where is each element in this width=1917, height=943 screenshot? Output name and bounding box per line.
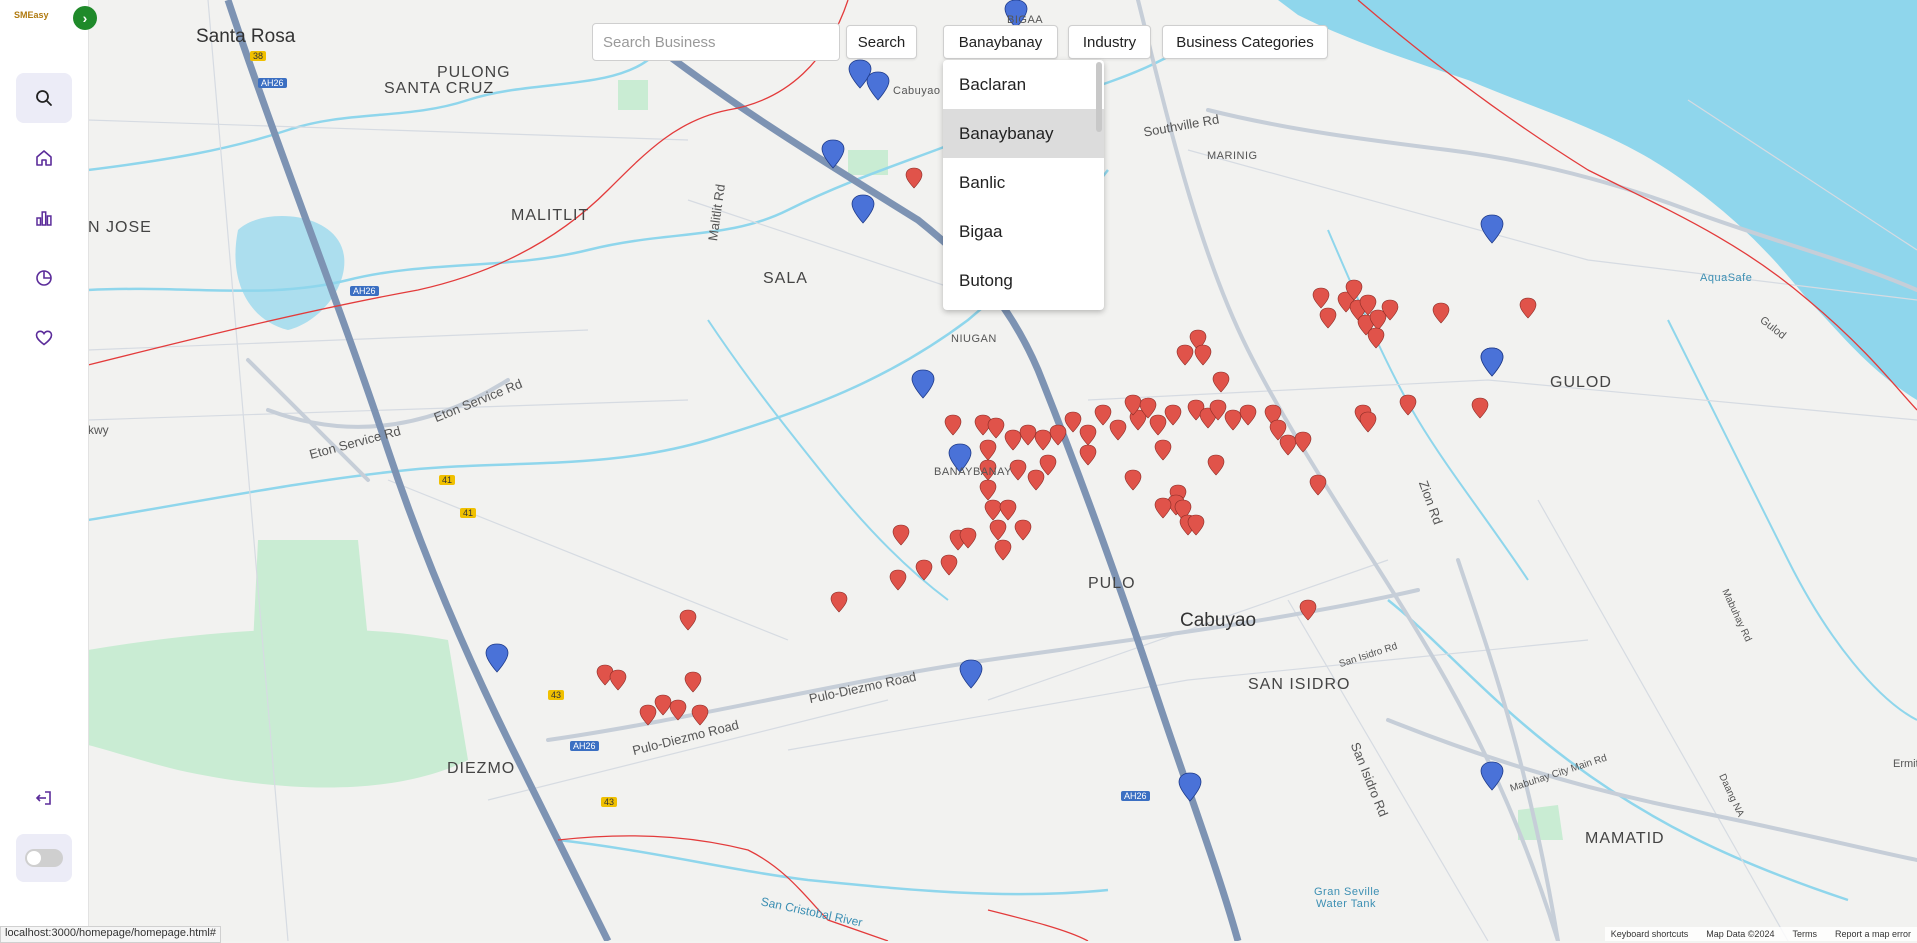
dropdown-option[interactable]: Butong xyxy=(943,256,1104,305)
sidebar-item-analytics[interactable] xyxy=(16,193,72,243)
place-label: Water Tank xyxy=(1316,898,1377,910)
status-bar-url: localhost:3000/homepage/homepage.html# xyxy=(0,926,221,943)
place-label: PULO xyxy=(1088,575,1136,592)
place-label: SAN ISIDRO xyxy=(1248,676,1351,693)
report-error-link[interactable]: Report a map error xyxy=(1835,929,1911,939)
business-categories-select[interactable]: Business Categories xyxy=(1162,25,1328,59)
place-label: Gran Seville xyxy=(1314,886,1380,898)
route-shield: 38 xyxy=(250,51,267,61)
highway-shield: AH26 xyxy=(258,78,287,88)
theme-toggle[interactable] xyxy=(16,834,72,882)
toggle-icon xyxy=(25,849,63,867)
place-label: Cabuyao xyxy=(893,85,941,97)
sidebar-item-favorites[interactable] xyxy=(16,313,72,363)
highway-shield: AH26 xyxy=(1121,791,1150,801)
logout-icon xyxy=(35,791,51,805)
sidebar-expand-button[interactable]: › xyxy=(73,6,97,30)
route-shield: 41 xyxy=(460,508,477,518)
place-label: NIUGAN xyxy=(951,333,997,345)
place-label: MAMATID xyxy=(1585,830,1665,847)
road-label: Ermit xyxy=(1893,758,1917,770)
route-shield: 43 xyxy=(548,690,565,700)
highway-shield: AH26 xyxy=(570,741,599,751)
dropdown-option[interactable]: Baclaran xyxy=(943,60,1104,109)
barangay-dropdown-list[interactable]: Baclaran Banaybanay Banlic Bigaa Butong xyxy=(943,60,1104,310)
sidebar-item-reports[interactable] xyxy=(16,253,72,303)
place-label: BANAYBANAY xyxy=(934,466,1012,478)
search-input[interactable] xyxy=(592,23,840,61)
dropdown-option[interactable]: Banlic xyxy=(943,158,1104,207)
dropdown-option[interactable]: Bigaa xyxy=(943,207,1104,256)
place-label: MALITLIT xyxy=(511,207,590,224)
place-label: GULOD xyxy=(1550,374,1612,391)
place-label: Santa Rosa xyxy=(196,26,296,47)
keyboard-shortcuts-link[interactable]: Keyboard shortcuts xyxy=(1611,929,1689,939)
barangay-select[interactable]: Banaybanay xyxy=(943,25,1058,59)
industry-select[interactable]: Industry xyxy=(1068,25,1151,59)
place-label: SANTA CRUZ xyxy=(384,80,495,97)
terms-link[interactable]: Terms xyxy=(1792,929,1817,939)
sidebar-item-search[interactable] xyxy=(16,73,72,123)
search-icon xyxy=(36,90,52,106)
heart-icon xyxy=(35,330,53,346)
place-label: SALA xyxy=(763,270,808,287)
place-label: N JOSE xyxy=(88,219,152,236)
home-icon xyxy=(36,150,52,166)
road-label: kwy xyxy=(88,423,109,437)
map-data-text: Map Data ©2024 xyxy=(1706,929,1775,939)
route-shield: 43 xyxy=(601,797,618,807)
search-button[interactable]: Search xyxy=(846,25,917,59)
highway-shield: AH26 xyxy=(350,286,379,296)
app-logo[interactable]: SMEasy xyxy=(14,10,49,20)
sidebar: SMEasy xyxy=(0,0,88,941)
place-label: DIEZMO xyxy=(447,760,516,777)
place-label: AquaSafe xyxy=(1700,272,1753,284)
dropdown-scrollbar[interactable] xyxy=(1096,62,1102,132)
dropdown-option[interactable]: Banaybanay xyxy=(943,109,1104,158)
logout-button[interactable] xyxy=(16,773,72,823)
bar-chart-icon xyxy=(36,211,52,226)
map-attribution: Keyboard shortcuts Map Data ©2024 Terms … xyxy=(1604,927,1917,941)
place-label: Cabuyao xyxy=(1180,610,1257,631)
pie-chart-icon xyxy=(36,270,52,286)
place-label: MARINIG xyxy=(1207,150,1258,162)
sidebar-item-home[interactable] xyxy=(16,133,72,183)
route-shield: 41 xyxy=(439,475,456,485)
